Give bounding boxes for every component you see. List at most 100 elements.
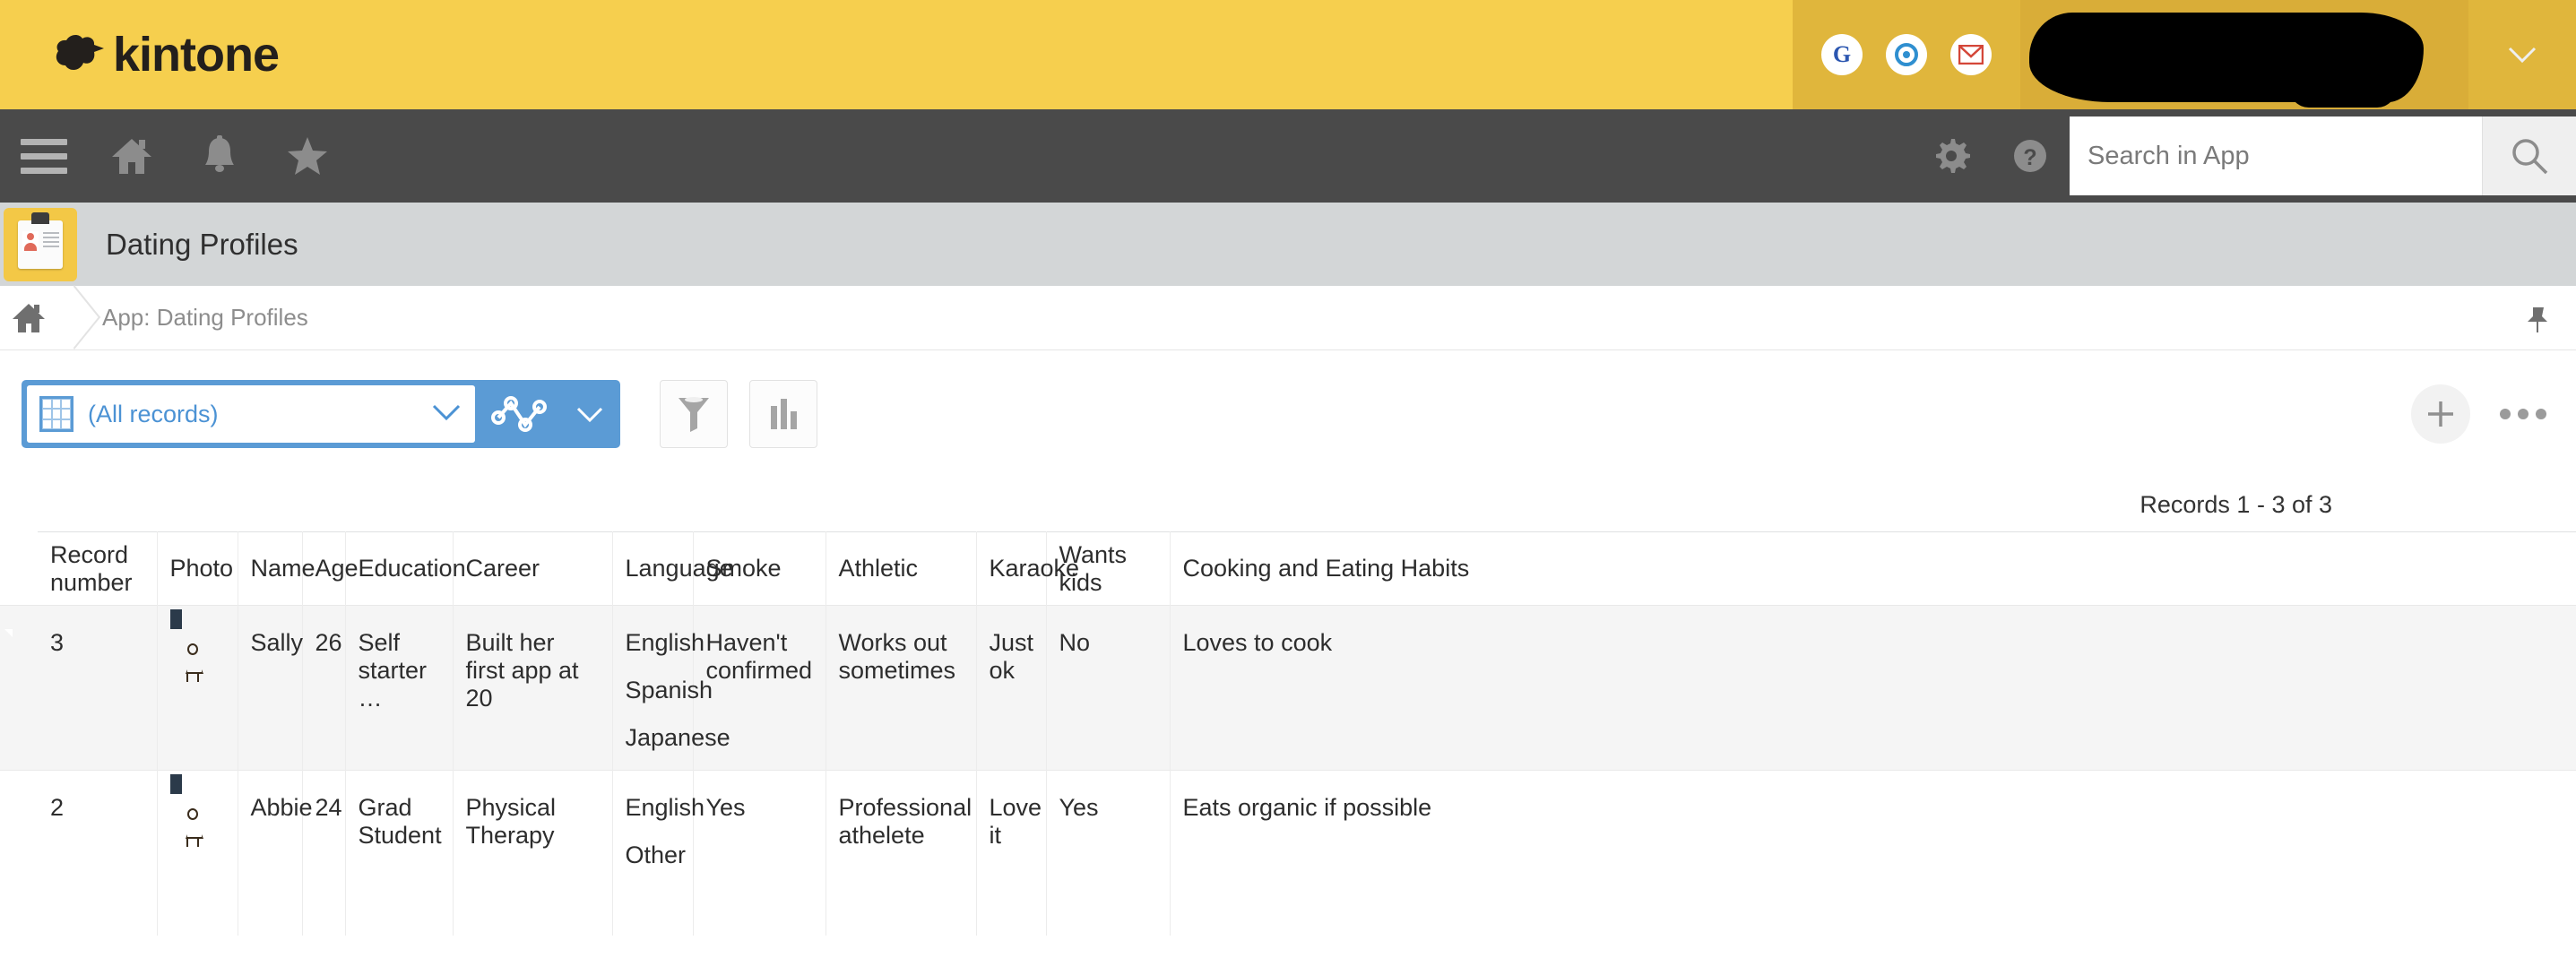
breadcrumb: App: Dating Profiles — [0, 286, 2576, 350]
header-cooking-habits[interactable]: Cooking and Eating Habits — [1170, 531, 2576, 606]
user-account-block[interactable] — [2020, 0, 2468, 109]
cell-language: English Spanish Japanese — [612, 605, 730, 771]
graph-view-icon[interactable] — [475, 385, 565, 443]
kintone-logo[interactable]: kintone — [54, 0, 280, 109]
cell-language: English Other — [612, 770, 705, 936]
language-value: Spanish — [625, 677, 713, 703]
more-dot-icon — [2500, 409, 2511, 419]
cell-athletic: Works out sometimes — [826, 605, 977, 771]
id-card-shape — [18, 211, 63, 269]
view-selector-group: (All records) — [22, 380, 620, 448]
global-nav-left-group — [0, 109, 351, 203]
gmail-icon[interactable] — [1950, 34, 1992, 75]
header-language[interactable]: Language — [612, 531, 733, 606]
header-photo[interactable]: Photo — [157, 531, 238, 606]
language-value: Other — [625, 841, 687, 868]
cell-smoke: Yes — [693, 770, 826, 936]
add-record-button[interactable] — [2411, 384, 2470, 444]
plus-icon — [2428, 401, 2453, 427]
header-karaoke[interactable]: Karaoke — [976, 531, 1079, 606]
table-row[interactable]: 2 Abbie 24 Grad Student Physical Therapy… — [0, 770, 2576, 936]
badge-text-lines — [43, 231, 59, 269]
breadcrumb-current[interactable]: App: Dating Profiles — [102, 304, 308, 332]
records-table-wrap: Record number Photo Name Age Education C… — [0, 531, 2576, 936]
cell-career: Built her first app at 20 — [453, 605, 613, 771]
cell-name: Sally — [238, 605, 303, 771]
global-nav-right-group: ? — [1912, 109, 2576, 203]
app-title: Dating Profiles — [106, 227, 298, 261]
header-career[interactable]: Career — [453, 531, 613, 606]
app-badge-icon — [4, 207, 77, 281]
app-title-bar: Dating Profiles — [0, 203, 2576, 286]
records-summary-row: Records 1 - 3 of 3 — [0, 478, 2576, 531]
breadcrumb-home-icon[interactable] — [11, 301, 47, 335]
table-view-icon — [39, 396, 73, 432]
cell-photo[interactable] — [157, 770, 238, 936]
more-options-button[interactable] — [2494, 384, 2553, 444]
pin-icon[interactable] — [2524, 306, 2551, 339]
language-value: Japanese — [625, 724, 730, 751]
search-input[interactable] — [2088, 141, 2482, 171]
breadcrumb-separator-icon — [47, 286, 97, 350]
records-count: Records 1 - 3 of 3 — [2139, 490, 2332, 518]
header-education[interactable]: Education — [345, 531, 466, 606]
filter-button[interactable] — [660, 380, 728, 448]
header-athletic[interactable]: Athletic — [826, 531, 977, 606]
gear-icon[interactable] — [1912, 109, 1991, 203]
notifications-bell-icon[interactable] — [176, 109, 264, 203]
cell-education: Self starter … — [345, 605, 454, 771]
table-row[interactable]: 3 Sally 26 Self starter … Built her firs… — [0, 605, 2576, 771]
bar-chart-icon — [771, 399, 797, 429]
google-icon[interactable]: G — [1821, 34, 1863, 75]
home-icon[interactable] — [88, 109, 176, 203]
cell-education: Grad Student — [345, 770, 454, 936]
chart-button[interactable] — [749, 380, 817, 448]
header-wants-kids[interactable]: Wants kids — [1046, 531, 1171, 606]
cell-wants-kids: Yes — [1046, 770, 1171, 936]
language-value: English — [625, 629, 705, 656]
redaction-mask — [2029, 13, 2424, 108]
cell-karaoke: Love it — [976, 770, 1047, 936]
view-select-dropdown[interactable]: (All records) — [27, 385, 475, 443]
cell-cooking: Eats organic if possible — [1170, 770, 2576, 936]
cell-record-number: 3 — [38, 605, 158, 771]
header-row-icon-col — [0, 532, 38, 606]
header-smoke[interactable]: Smoke — [693, 531, 826, 606]
cell-cooking: Loves to cook — [1170, 605, 2576, 771]
search-in-app-box[interactable] — [2070, 116, 2482, 195]
graph-view-chevron-down-icon[interactable] — [565, 385, 615, 443]
search-submit-button[interactable] — [2482, 116, 2576, 195]
user-menu-chevron-down-icon[interactable] — [2468, 0, 2576, 109]
cell-athletic: Professional athelete — [826, 770, 977, 936]
cell-age: 26 — [302, 605, 346, 771]
toolbar-right-group — [2411, 350, 2553, 478]
top-header-bar: kintone G — [0, 0, 2576, 109]
cell-karaoke: Just ok — [976, 605, 1047, 771]
funnel-icon — [679, 397, 709, 432]
service-icons-group: G — [1793, 0, 2020, 109]
cell-career: Physical Therapy — [453, 770, 613, 936]
cell-record-number: 2 — [38, 770, 158, 936]
view-toolbar: (All records) — [0, 350, 2576, 478]
cell-photo[interactable] — [157, 605, 238, 771]
badge-clip-shape — [31, 211, 49, 224]
office-circle-icon[interactable] — [1886, 34, 1927, 75]
header-record-number[interactable]: Record number — [38, 531, 158, 606]
svg-text:?: ? — [2023, 145, 2036, 170]
language-value: English — [625, 794, 705, 821]
hamburger-menu-icon[interactable] — [0, 109, 88, 203]
header-name[interactable]: Name — [238, 531, 316, 606]
row-open-icon-cell[interactable] — [0, 605, 38, 771]
help-question-icon[interactable]: ? — [1991, 109, 2070, 203]
more-dot-icon — [2518, 409, 2528, 419]
badge-portrait-shape — [22, 230, 39, 251]
view-select-chevron-down-icon[interactable] — [430, 402, 462, 427]
view-select-label: (All records) — [88, 400, 219, 427]
global-nav-bar: ? — [0, 109, 2576, 203]
row-open-icon-cell[interactable] — [0, 770, 38, 936]
cell-name: Abbie — [238, 770, 313, 936]
kintone-wordmark: kintone — [113, 28, 280, 82]
favorites-star-icon[interactable] — [264, 109, 351, 203]
kintone-cloud-icon — [54, 33, 106, 76]
table-header-row: Record number Photo Name Age Education C… — [0, 531, 2576, 606]
